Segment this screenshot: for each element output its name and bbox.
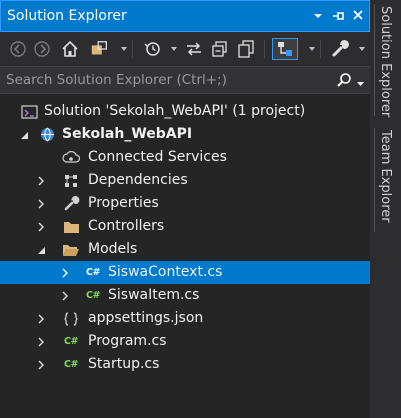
csharp-badge: C# — [64, 336, 78, 347]
expanded-arrow-icon[interactable] — [36, 244, 46, 254]
collapsed-arrow-icon[interactable] — [60, 290, 70, 301]
show-all-files-icon[interactable] — [236, 39, 256, 59]
tree-item-siswa-item[interactable]: C# SiswaItem.cs — [0, 284, 370, 307]
tree-item-models[interactable]: Models — [0, 238, 370, 261]
forward-icon[interactable] — [32, 39, 52, 59]
json-file-icon — [62, 310, 80, 327]
tree-item-project[interactable]: Sekolah_WebAPI — [0, 123, 370, 146]
search-input[interactable] — [0, 67, 330, 93]
tab-solution-explorer-label: Solution Explorer — [378, 6, 393, 118]
search-icon[interactable] — [336, 72, 352, 92]
tree-item-connected-services[interactable]: Connected Services — [0, 146, 370, 169]
chevron-down-icon[interactable] — [310, 9, 326, 25]
toolbar — [0, 32, 370, 66]
back-icon[interactable] — [8, 39, 28, 59]
tree-item-appsettings[interactable]: appsettings.json — [0, 307, 370, 330]
panel-title: Solution Explorer — [7, 8, 127, 24]
collapsed-arrow-icon[interactable] — [36, 359, 46, 370]
tree-item-program[interactable]: C# Program.cs — [0, 330, 370, 353]
csharp-file-icon: C# — [84, 287, 102, 304]
solution-label: Solution 'Sekolah_WebAPI' (1 project) — [44, 103, 306, 119]
wrench-icon — [62, 195, 80, 212]
collapsed-arrow-icon[interactable] — [36, 198, 46, 209]
properties-wrench-icon[interactable] — [330, 39, 350, 59]
tab-solution-explorer[interactable]: Solution Explorer — [370, 6, 401, 118]
close-icon[interactable] — [350, 9, 366, 25]
folder-icon — [62, 218, 80, 235]
pin-icon[interactable] — [330, 9, 346, 25]
switch-views-icon[interactable] — [90, 39, 110, 59]
csharp-badge: C# — [86, 267, 100, 278]
sync-icon[interactable] — [184, 39, 204, 59]
tab-team-explorer-label: Team Explorer — [378, 130, 393, 223]
controllers-label: Controllers — [88, 218, 165, 234]
startup-label: Startup.cs — [88, 356, 160, 372]
chevron-down-icon[interactable] — [356, 77, 365, 92]
csharp-badge: C# — [64, 359, 78, 370]
search-box — [0, 66, 370, 94]
side-tab-bar: Solution Explorer Team Explorer — [370, 0, 401, 418]
connected-services-label: Connected Services — [88, 149, 227, 165]
tree-item-solution[interactable]: Solution 'Sekolah_WebAPI' (1 project) — [0, 100, 370, 123]
dependencies-label: Dependencies — [88, 172, 188, 188]
tree-item-controllers[interactable]: Controllers — [0, 215, 370, 238]
program-label: Program.cs — [88, 333, 167, 349]
open-folder-icon — [62, 241, 80, 258]
collapsed-arrow-icon[interactable] — [36, 175, 46, 186]
collapse-all-icon[interactable] — [210, 39, 230, 59]
models-label: Models — [88, 241, 138, 257]
csharp-file-icon: C# — [84, 264, 102, 281]
title-bar: Solution Explorer — [0, 0, 370, 32]
home-icon[interactable] — [60, 39, 80, 59]
siswa-item-label: SiswaItem.cs — [108, 287, 200, 303]
collapsed-arrow-icon[interactable] — [60, 267, 70, 278]
connected-services-icon — [62, 149, 80, 166]
collapsed-arrow-icon[interactable] — [36, 313, 46, 324]
csharp-badge: C# — [86, 290, 100, 301]
chevron-down-icon[interactable] — [302, 39, 322, 59]
solution-explorer-panel: Solution Explorer Search Solution Explor… — [0, 0, 370, 418]
project-label: Sekolah_WebAPI — [62, 126, 193, 142]
collapsed-arrow-icon[interactable] — [36, 336, 46, 347]
tree-item-dependencies[interactable]: Dependencies — [0, 169, 370, 192]
expanded-arrow-icon[interactable] — [19, 129, 29, 139]
chevron-down-icon[interactable] — [114, 39, 134, 59]
properties-label: Properties — [88, 195, 159, 211]
dependencies-icon — [62, 172, 80, 189]
web-project-icon — [38, 126, 56, 143]
appsettings-label: appsettings.json — [88, 310, 204, 326]
preview-selected-icon[interactable] — [272, 38, 298, 60]
toolbar-separator — [264, 40, 265, 58]
tree-item-properties[interactable]: Properties — [0, 192, 370, 215]
chevron-down-icon[interactable] — [352, 39, 372, 59]
tree-item-startup[interactable]: C# Startup.cs — [0, 353, 370, 376]
tab-team-explorer[interactable]: Team Explorer — [370, 130, 401, 230]
tree-item-siswa-context[interactable]: C# SiswaContext.cs — [0, 261, 370, 284]
csharp-file-icon: C# — [62, 356, 80, 373]
csharp-file-icon: C# — [62, 333, 80, 350]
toolbar-separator — [320, 40, 321, 58]
solution-icon — [20, 103, 38, 120]
history-icon[interactable] — [142, 39, 162, 59]
chevron-down-icon[interactable] — [164, 39, 184, 59]
toolbar-separator — [132, 40, 133, 58]
collapsed-arrow-icon[interactable] — [36, 221, 46, 232]
siswa-context-label: SiswaContext.cs — [108, 264, 223, 280]
